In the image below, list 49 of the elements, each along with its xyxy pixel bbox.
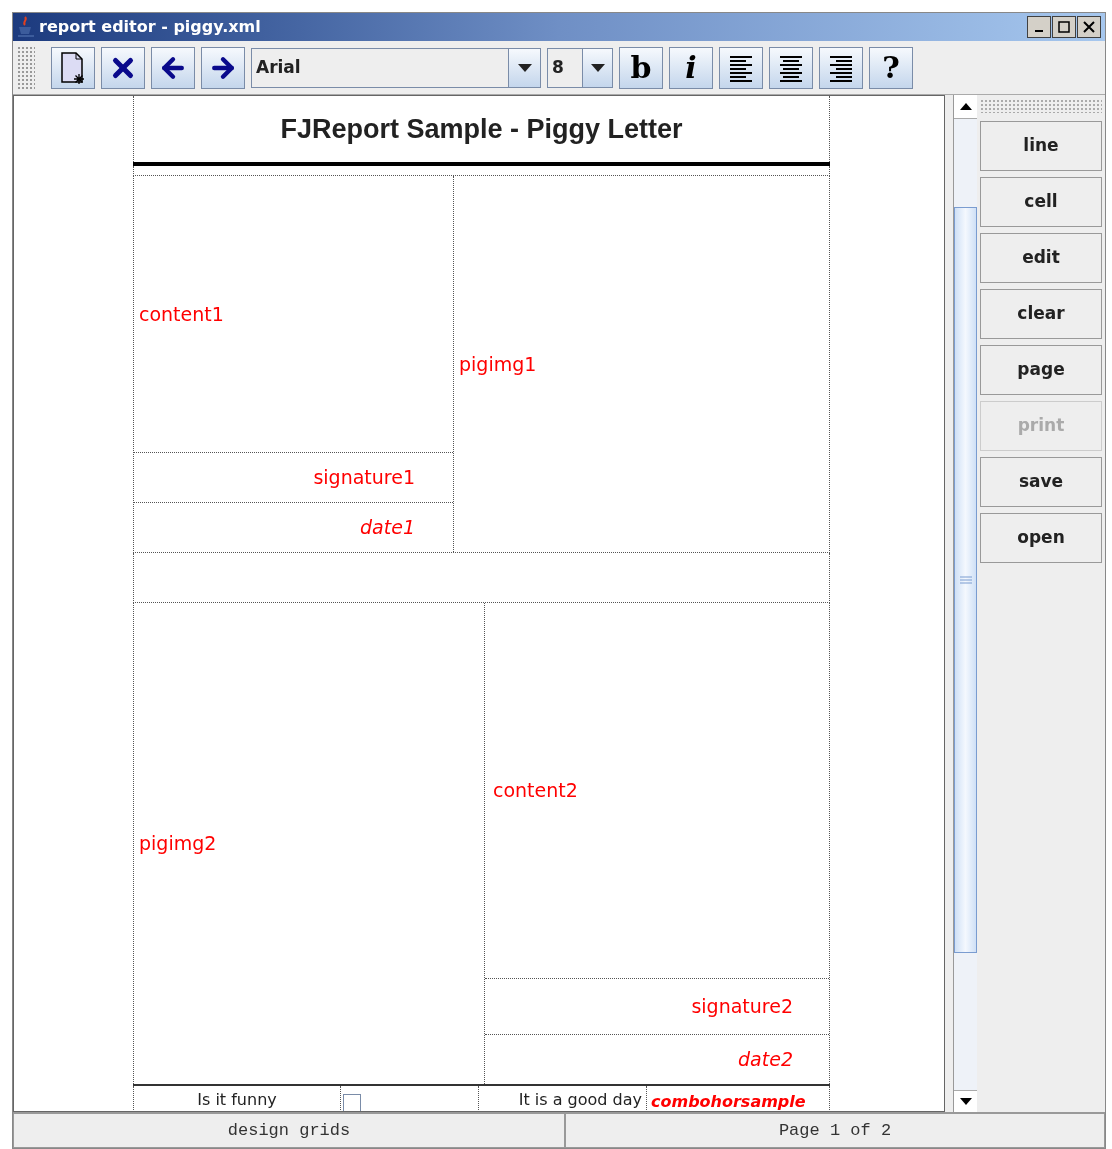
combo-field-label: combohorsample [651,1092,806,1111]
scrollbar[interactable] [953,95,977,1112]
scroll-up-icon [959,103,972,110]
align-right-button[interactable] [819,46,863,89]
field-label: content2 [493,778,578,804]
side-button[interactable]: open [980,513,1102,563]
window-title: report editor - piggy.xml [39,16,261,38]
side-button[interactable]: save [980,457,1102,507]
field-label: It is a good day [518,1090,642,1110]
format-button[interactable]: i [669,46,713,89]
side-button[interactable]: edit [980,233,1102,283]
field-label: content1 [139,301,224,327]
scroll-down-icon [959,1098,972,1105]
report-title: FJReport Sample - Piggy Letter [280,112,683,146]
maximize-button[interactable] [1052,16,1076,38]
format-button[interactable]: b [619,46,663,89]
close-button[interactable] [1077,16,1101,38]
close-icon [1082,21,1096,33]
status-text: design grids [13,1113,565,1148]
field-label: date2 [738,1047,793,1073]
align-left-button[interactable] [719,46,763,89]
minimize-icon [1035,30,1043,32]
scroll-thumb[interactable] [954,207,977,953]
side-button[interactable]: cell [980,177,1102,227]
field-label: date1 [360,515,415,541]
format-button[interactable]: ? [869,46,913,89]
new-document-icon [60,51,86,84]
side-button[interactable]: page [980,345,1102,395]
back-button[interactable] [151,46,195,89]
side-button[interactable]: line [980,121,1102,171]
maximize-icon [1057,21,1071,33]
side-button[interactable]: clear [980,289,1102,339]
new-button[interactable] [51,46,95,89]
coffee-cup-icon [17,16,35,38]
checkbox[interactable] [343,1094,361,1111]
align-center-button[interactable] [769,46,813,89]
dropdown-caret-icon [517,63,532,72]
font-combo[interactable]: Arial [251,47,541,88]
size-combo[interactable]: 8 [547,47,613,88]
field-label: signature2 [691,994,793,1020]
minimize-button[interactable] [1027,16,1051,38]
forward-button[interactable] [201,46,245,89]
status-text: Page 1 of 2 [565,1113,1105,1148]
field-label: Is it funny [197,1090,277,1110]
field-label: signature1 [313,465,415,491]
field-label: pigimg2 [139,831,217,857]
delete-button[interactable] [101,46,145,89]
field-label: pigimg1 [459,351,537,377]
dropdown-caret-icon [590,63,605,72]
